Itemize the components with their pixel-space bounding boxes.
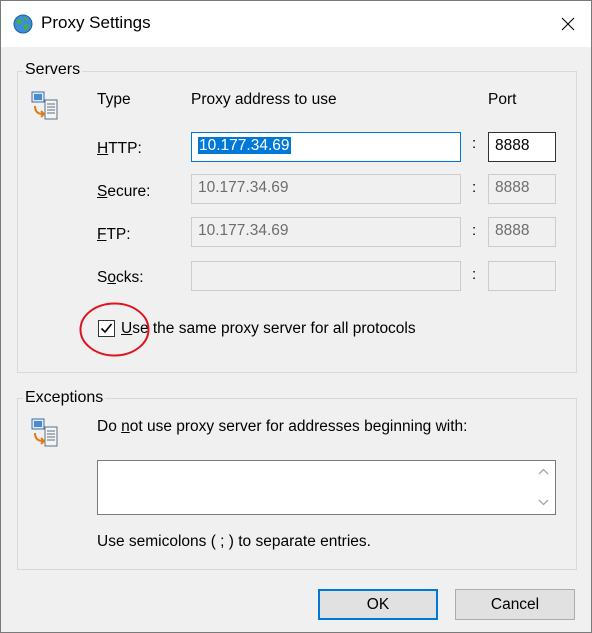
socks-port-input[interactable] — [488, 261, 556, 291]
checkmark-icon — [100, 323, 113, 334]
address-column-header: Proxy address to use — [191, 91, 337, 108]
network-computers-icon — [30, 90, 62, 122]
ftp-label: FTP: — [97, 226, 131, 243]
port-column-header: Port — [488, 91, 517, 108]
secure-address-input[interactable]: 10.177.34.69 — [191, 174, 461, 204]
ftp-port-input[interactable]: 8888 — [488, 217, 556, 247]
exceptions-instruction: Do not use proxy server for addresses be… — [97, 418, 468, 435]
socks-colon: : — [472, 266, 477, 283]
http-colon: : — [472, 135, 477, 152]
ftp-colon: : — [472, 222, 477, 239]
exceptions-group-title: Exceptions — [23, 389, 106, 407]
http-label: HTTP: — [97, 140, 142, 157]
same-proxy-label[interactable]: Use the same proxy server for all protoc… — [121, 320, 416, 338]
secure-label: Secure: — [97, 183, 151, 200]
secure-port-input[interactable]: 8888 — [488, 174, 556, 204]
ftp-address-input[interactable]: 10.177.34.69 — [191, 217, 461, 247]
exceptions-hint: Use semicolons ( ; ) to separate entries… — [97, 533, 371, 550]
http-port-input[interactable]: 8888 — [488, 132, 556, 162]
socks-label: Socks: — [97, 269, 144, 286]
exceptions-textarea[interactable] — [97, 460, 556, 515]
window-title: Proxy Settings — [41, 13, 151, 32]
globe-app-icon — [13, 14, 33, 34]
http-address-value: 10.177.34.69 — [198, 137, 291, 154]
servers-group-title: Servers — [23, 61, 83, 79]
ok-button[interactable]: OK — [318, 589, 438, 620]
scroll-up-icon[interactable] — [538, 468, 549, 475]
socks-address-input[interactable] — [191, 261, 461, 291]
cancel-button[interactable]: Cancel — [455, 589, 575, 620]
http-address-input[interactable]: 10.177.34.69 — [191, 132, 461, 162]
proxy-settings-dialog: Proxy Settings Servers Type Proxy addres… — [0, 0, 592, 633]
exceptions-scrollbar[interactable] — [532, 461, 555, 514]
close-icon — [561, 17, 575, 31]
type-column-header: Type — [97, 91, 131, 108]
same-proxy-checkbox[interactable] — [98, 320, 115, 337]
title-bar: Proxy Settings — [1, 1, 591, 47]
network-computers-icon — [30, 417, 62, 449]
secure-colon: : — [472, 179, 477, 196]
scroll-down-icon[interactable] — [538, 499, 549, 506]
close-button[interactable] — [545, 1, 591, 47]
